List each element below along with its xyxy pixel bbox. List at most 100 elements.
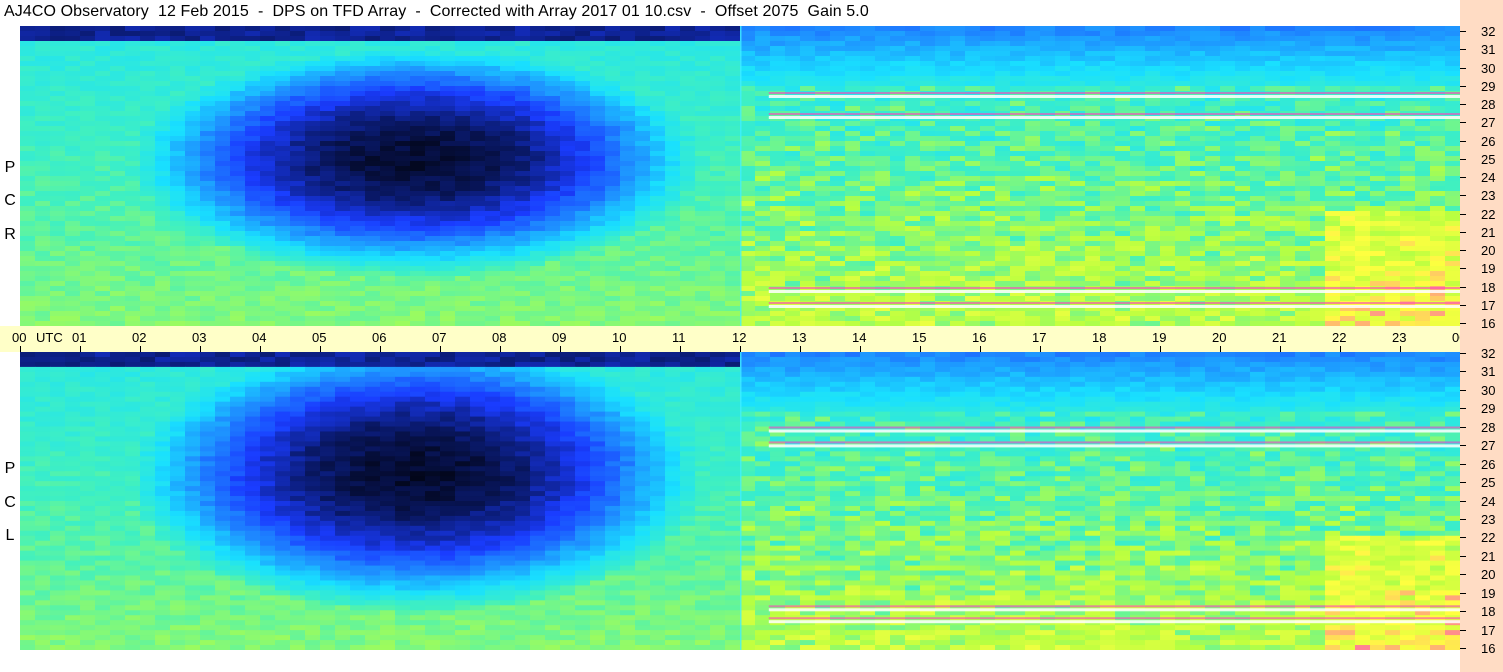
heatmap-cell (965, 46, 981, 52)
heatmap-cell (260, 206, 276, 212)
heatmap-cell (1190, 41, 1206, 47)
heatmap-cell (695, 276, 711, 282)
heatmap-cell (605, 151, 621, 157)
heatmap-cell (1250, 171, 1266, 177)
heatmap-cell (1175, 251, 1191, 257)
heatmap-cell (1325, 171, 1341, 177)
heatmap-cell (20, 51, 36, 57)
heatmap-cell (215, 271, 231, 277)
heatmap-cell (485, 56, 501, 62)
heatmap-cell (920, 101, 936, 107)
heatmap-cell (1310, 156, 1326, 162)
heatmap-cell (860, 241, 876, 247)
heatmap-cell (875, 241, 891, 247)
heatmap-cell (725, 276, 741, 282)
heatmap-cell (455, 151, 471, 157)
heatmap-cell (695, 91, 711, 97)
heatmap-cell (1145, 141, 1161, 147)
heatmap-cell (560, 161, 576, 167)
heatmap-cell (35, 81, 51, 87)
heatmap-cell (1370, 131, 1386, 137)
heatmap-cell (1190, 261, 1206, 267)
heatmap-cell (395, 101, 411, 107)
heatmap-cell (875, 176, 891, 182)
heatmap-cell (1025, 196, 1041, 202)
heatmap-cell (1205, 231, 1221, 237)
heatmap-cell (1190, 156, 1206, 162)
heatmap-cell (785, 41, 801, 47)
heatmap-cell (1295, 166, 1311, 172)
heatmap-cell (710, 251, 726, 257)
heatmap-cell (290, 126, 306, 132)
heatmap-cell (260, 126, 276, 132)
heatmap-cell (590, 86, 606, 92)
heatmap-cell (455, 56, 471, 62)
heatmap-cell (650, 131, 666, 137)
heatmap-cell (140, 171, 156, 177)
heatmap-cell (800, 66, 816, 72)
heatmap-cell (1055, 231, 1071, 237)
heatmap-cell (605, 76, 621, 82)
heatmap-cell (995, 276, 1011, 282)
heatmap-cell (1445, 56, 1460, 62)
heatmap-cell (1430, 76, 1446, 82)
heatmap-cell (1370, 51, 1386, 57)
heatmap-cell (290, 231, 306, 237)
heatmap-cell (125, 221, 141, 227)
heatmap-cell (455, 36, 471, 42)
heatmap-cell (35, 246, 51, 252)
heatmap-cell (920, 231, 936, 237)
heatmap-cell (365, 191, 381, 197)
heatmap-cell (1055, 41, 1071, 47)
heatmap-cell (485, 211, 501, 217)
heatmap-cell (1040, 271, 1056, 277)
heatmap-cell (1340, 226, 1356, 232)
heatmap-cell (410, 36, 426, 42)
heatmap-cell (1310, 151, 1326, 157)
heatmap-cell (1250, 41, 1266, 47)
heatmap-cell (515, 211, 531, 217)
heatmap-cell (1175, 126, 1191, 132)
heatmap-cell (1250, 126, 1266, 132)
heatmap-cell (1025, 176, 1041, 182)
heatmap-cell (1190, 231, 1206, 237)
heatmap-cell (350, 236, 366, 242)
heatmap-cell (1085, 161, 1101, 167)
heatmap-cell (110, 106, 126, 112)
heatmap-cell (680, 131, 696, 137)
heatmap-cell (665, 201, 681, 207)
heatmap-cell (545, 71, 561, 77)
heatmap-cell (1430, 161, 1446, 167)
heatmap-cell (1085, 226, 1101, 232)
heatmap-cell (1445, 126, 1460, 132)
heatmap-cell (440, 241, 456, 247)
heatmap-cell (440, 176, 456, 182)
heatmap-cell (1130, 261, 1146, 267)
heatmap-cell (905, 36, 921, 42)
heatmap-cell (170, 61, 186, 67)
heatmap-cell (1370, 136, 1386, 142)
heatmap-cell (95, 81, 111, 87)
heatmap-cell (980, 86, 996, 92)
heatmap-cell (965, 41, 981, 47)
heatmap-cell (1145, 281, 1161, 287)
heatmap-cell (95, 66, 111, 72)
heatmap-cell (845, 161, 861, 167)
heatmap-cell (1415, 226, 1431, 232)
heatmap-cell (260, 71, 276, 77)
heatmap-cell (80, 261, 96, 267)
heatmap-cell (935, 131, 951, 137)
heatmap-cell (650, 51, 666, 57)
heatmap-cell (995, 171, 1011, 177)
heatmap-cell (1325, 256, 1341, 262)
heatmap-cell (650, 211, 666, 217)
heatmap-cell (1385, 46, 1401, 52)
heatmap-cell (575, 261, 591, 267)
heatmap-cell (1385, 81, 1401, 87)
heatmap-cell (710, 171, 726, 177)
heatmap-cell (395, 196, 411, 202)
heatmap-cell (725, 231, 741, 237)
heatmap-cell (620, 151, 636, 157)
heatmap-cell (830, 71, 846, 77)
heatmap-cell (410, 201, 426, 207)
